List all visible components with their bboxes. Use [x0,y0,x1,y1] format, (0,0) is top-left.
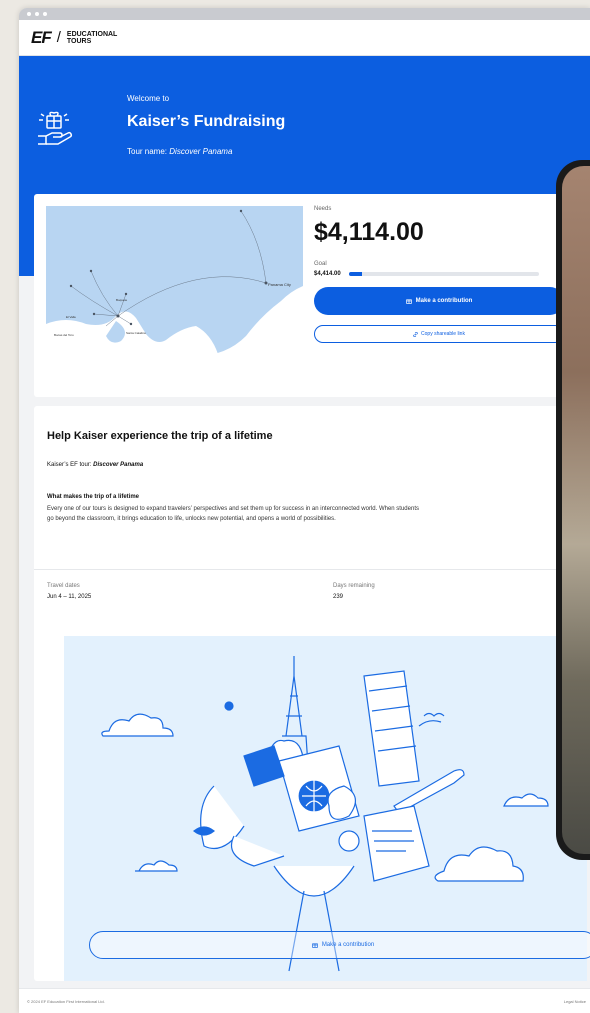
bottom-contribution-button[interactable]: Make a contribution [89,931,590,959]
goal-row: $4,414.00 [314,271,584,277]
logo-slash: / [56,29,61,46]
tour-name-prefix: Tour name: [127,147,168,156]
page-footer: © 2024 EF Education First International … [19,988,590,1013]
gift-icon [405,299,412,304]
page-title: Kaiser’s Fundraising [127,113,286,130]
details-tour-name: Discover Panama [93,462,144,468]
details-heading: Help Kaiser experience the trip of a lif… [47,430,273,442]
bottom-contribution-label: Make a contribution [321,942,375,948]
trip-details-card: Help Kaiser experience the trip of a lif… [34,406,590,981]
needs-amount: $4,114.00 [314,218,424,246]
make-contribution-label: Make a contribution [415,298,473,304]
copy-link-label: Copy shareable link [421,331,465,337]
window-control-dot[interactable] [35,12,39,16]
fundraising-panel: Needs $4,114.00 Goal $4,414.00 Make a co… [314,206,584,343]
gift-hand-icon [38,111,73,145]
window-control-dot[interactable] [43,12,47,16]
goal-progress-bar [348,272,539,276]
route-map: Panama City Boquete El Valle Bocas del T… [46,206,303,386]
tour-name-line: Tour name: Discover Panama [127,147,285,156]
map-destination-label: Panama City [268,282,291,287]
divider [34,569,587,570]
map-origin-label: Boquete [116,298,128,302]
logo-line2: TOURS [66,37,92,45]
footer-legal-link[interactable]: Legal Notice [564,999,586,1004]
welcome-text: Welcome to [127,94,170,103]
link-icon [413,331,418,337]
map-origin-label: Santa Catalina [126,331,146,335]
goal-progress-fill [348,272,362,276]
logo-line1: EDUCATIONAL [66,30,118,38]
panama-map-graphic: Panama City Boquete El Valle Bocas del T… [46,209,303,386]
travel-dates-label: Travel dates [47,583,80,589]
details-tour-prefix: Kaiser’s EF tour: [47,462,92,468]
window-titlebar [19,8,590,20]
footer-copyright: © 2024 EF Education First International … [27,999,105,1004]
days-remaining-label: Days remaining [333,583,375,589]
trip-description: Every one of our tours is designed to ex… [47,506,419,522]
top-nav: EF / EDUCATIONAL TOURS [19,20,590,56]
hero-text: Welcome to Kaiser’s Fundraising Tour nam… [127,94,285,156]
browser-window: EF / EDUCATIONAL TOURS Welcome to Kaiser… [19,8,590,1013]
map-origin-label: Bocas del Toro [54,333,74,337]
days-remaining-value: 239 [333,594,344,600]
gift-icon [312,943,318,948]
details-tour-line: Kaiser’s EF tour: Discover Panama [47,462,143,468]
needs-label: Needs [314,206,332,212]
tour-name-value: Discover Panama [169,147,233,156]
travel-illustration: Make a contribution [64,636,590,981]
goal-amount: $4,414.00 [314,271,341,277]
fundraising-summary-card: Panama City Boquete El Valle Bocas del T… [34,194,587,397]
travel-bouquet-illustration [101,656,549,972]
logo-wordmark: EDUCATIONAL TOURS [67,31,117,45]
goal-label: Goal [314,261,327,267]
what-makes-heading: What makes the trip of a lifetime [47,494,140,500]
ef-logo[interactable]: EF [31,28,52,48]
window-control-dot[interactable] [27,12,31,16]
phone-mockup [556,160,590,860]
phone-screen-photo [562,166,590,854]
map-origin-label: El Valle [66,315,76,319]
copy-link-button[interactable]: Copy shareable link [314,325,564,343]
travel-dates-value: Jun 4 – 11, 2025 [47,594,92,600]
make-contribution-button[interactable]: Make a contribution [314,287,564,315]
